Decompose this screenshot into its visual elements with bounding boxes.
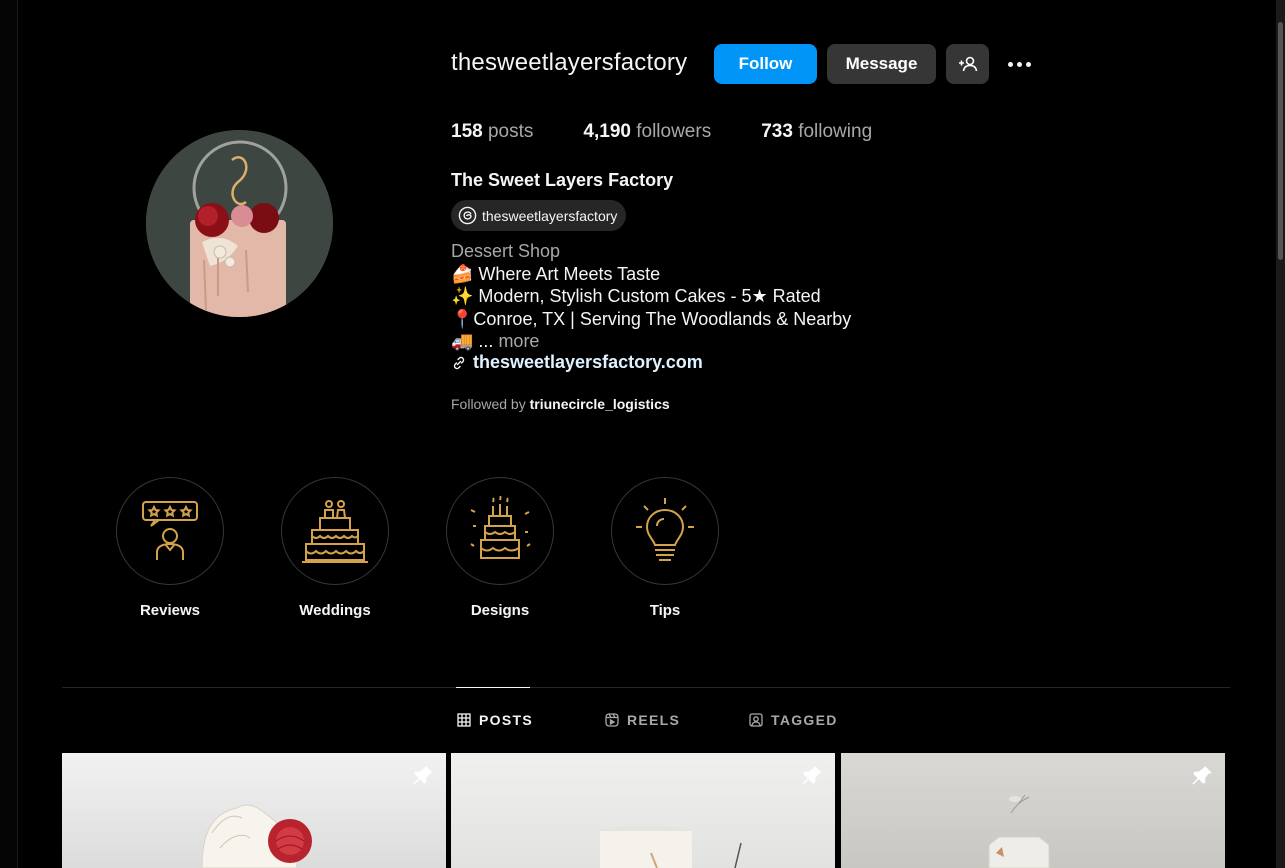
post-image	[62, 753, 446, 868]
profile-avatar[interactable]	[146, 130, 333, 317]
profile-stats: 158 posts 4,190 followers 733 following	[451, 121, 922, 143]
more-horizontal-icon	[1007, 61, 1013, 67]
tab-label: TAGGED	[771, 712, 838, 728]
bio-text: Where Art Meets Taste	[473, 263, 661, 284]
scrollbar-thumb[interactable]	[1278, 22, 1283, 260]
tab-tagged[interactable]: TAGGED	[749, 712, 838, 728]
highlight-ring[interactable]	[116, 477, 224, 585]
tab-posts[interactable]: POSTS	[457, 712, 533, 728]
pin-emoji: 📍	[451, 308, 474, 329]
bio-text: Modern, Stylish Custom Cakes - 5★ Rated	[473, 286, 821, 306]
website-link[interactable]: thesweetlayersfactory.com	[451, 352, 703, 373]
highlight-label: Reviews	[139, 602, 201, 619]
more-dot	[1016, 61, 1022, 67]
followers-stat[interactable]: 4,190 followers	[583, 121, 711, 143]
profile-bio: Dessert Shop 🍰 Where Art Meets Taste ✨ M…	[451, 240, 851, 353]
following-stat[interactable]: 733 following	[761, 121, 872, 143]
threads-icon	[458, 206, 477, 225]
highlight-label: Designs	[470, 602, 530, 619]
highlight-label: Weddings	[299, 602, 371, 619]
reviews-icon	[142, 501, 198, 560]
active-tab-indicator	[456, 687, 530, 688]
more-dot	[1025, 61, 1031, 67]
scrollbar[interactable]	[1276, 0, 1285, 868]
profile-page: thesweetlayersfactory Follow Message 158…	[0, 0, 1285, 868]
followers-count: 4,190	[583, 121, 631, 142]
posts-label: posts	[487, 121, 534, 142]
suggested-users-button[interactable]	[946, 44, 989, 84]
post-thumbnail[interactable]	[841, 753, 1225, 868]
bio-more-link[interactable]: more	[498, 331, 539, 351]
bio-text: ...	[473, 331, 499, 351]
posts-count: 158	[451, 121, 483, 142]
highlight-label: Tips	[649, 602, 681, 619]
tabs-divider	[62, 687, 1230, 688]
tab-reels[interactable]: REELS	[605, 712, 680, 728]
bio-category: Dessert Shop	[451, 241, 561, 261]
bio-text: Conroe, TX | Serving The Woodlands & Nea…	[473, 308, 852, 329]
person-add-icon	[958, 56, 977, 72]
highlight-tips[interactable]: Tips	[611, 477, 719, 619]
followed-by-prefix: Followed by	[451, 396, 526, 412]
post-thumbnail[interactable]	[451, 753, 835, 868]
reels-icon	[605, 713, 619, 727]
bio-line: 📍Conroe, TX | Serving The Woodlands & Ne…	[451, 308, 851, 331]
truck-emoji: 🚚	[451, 331, 474, 351]
birthday-cake-icon	[470, 496, 531, 559]
follow-button[interactable]: Follow	[714, 44, 817, 84]
post-thumbnail[interactable]	[62, 753, 446, 868]
followed-by[interactable]: Followed by triunecircle_logistics	[451, 396, 670, 412]
post-image	[841, 753, 1225, 868]
highlight-ring[interactable]	[281, 477, 389, 585]
lightbulb-icon	[636, 498, 694, 561]
pinned-icon	[413, 766, 433, 785]
post-image	[451, 753, 835, 868]
wedding-cake-icon	[302, 500, 368, 563]
highlight-weddings[interactable]: Weddings	[281, 477, 389, 619]
followed-by-user[interactable]: triunecircle_logistics	[530, 396, 670, 412]
posts-stat: 158 posts	[451, 121, 533, 143]
highlight-ring[interactable]	[611, 477, 719, 585]
grid-icon	[457, 713, 471, 727]
bio-line: 🍰 Where Art Meets Taste	[451, 263, 851, 286]
highlight-designs[interactable]: Designs	[446, 477, 554, 619]
profile-username: thesweetlayersfactory	[451, 49, 688, 76]
message-button[interactable]: Message	[827, 44, 936, 84]
website-url[interactable]: thesweetlayersfactory.com	[473, 352, 703, 373]
bio-line: ✨ Modern, Stylish Custom Cakes - 5★ Rate…	[451, 285, 851, 308]
following-count: 733	[761, 121, 793, 142]
cake-emoji: 🍰	[451, 263, 474, 284]
bio-line: 🚚 ... more	[451, 330, 851, 353]
avatar-cake-image	[146, 130, 333, 317]
pinned-icon	[802, 766, 822, 785]
threads-badge[interactable]: thesweetlayersfactory	[451, 200, 627, 231]
threads-handle: thesweetlayersfactory	[482, 207, 618, 224]
following-label: following	[798, 121, 873, 142]
followers-label: followers	[636, 121, 712, 142]
link-icon	[453, 356, 465, 369]
more-options-button[interactable]	[1003, 52, 1035, 76]
tab-label: POSTS	[479, 712, 533, 728]
tab-label: REELS	[627, 712, 681, 728]
pinned-icon	[1192, 766, 1212, 785]
highlight-reviews[interactable]: Reviews	[116, 477, 224, 619]
profile-full-name: The Sweet Layers Factory	[451, 170, 674, 190]
highlight-ring[interactable]	[446, 477, 554, 585]
tagged-icon	[749, 713, 763, 727]
sparkles-emoji: ✨	[451, 286, 474, 306]
window-edge	[0, 0, 18, 868]
